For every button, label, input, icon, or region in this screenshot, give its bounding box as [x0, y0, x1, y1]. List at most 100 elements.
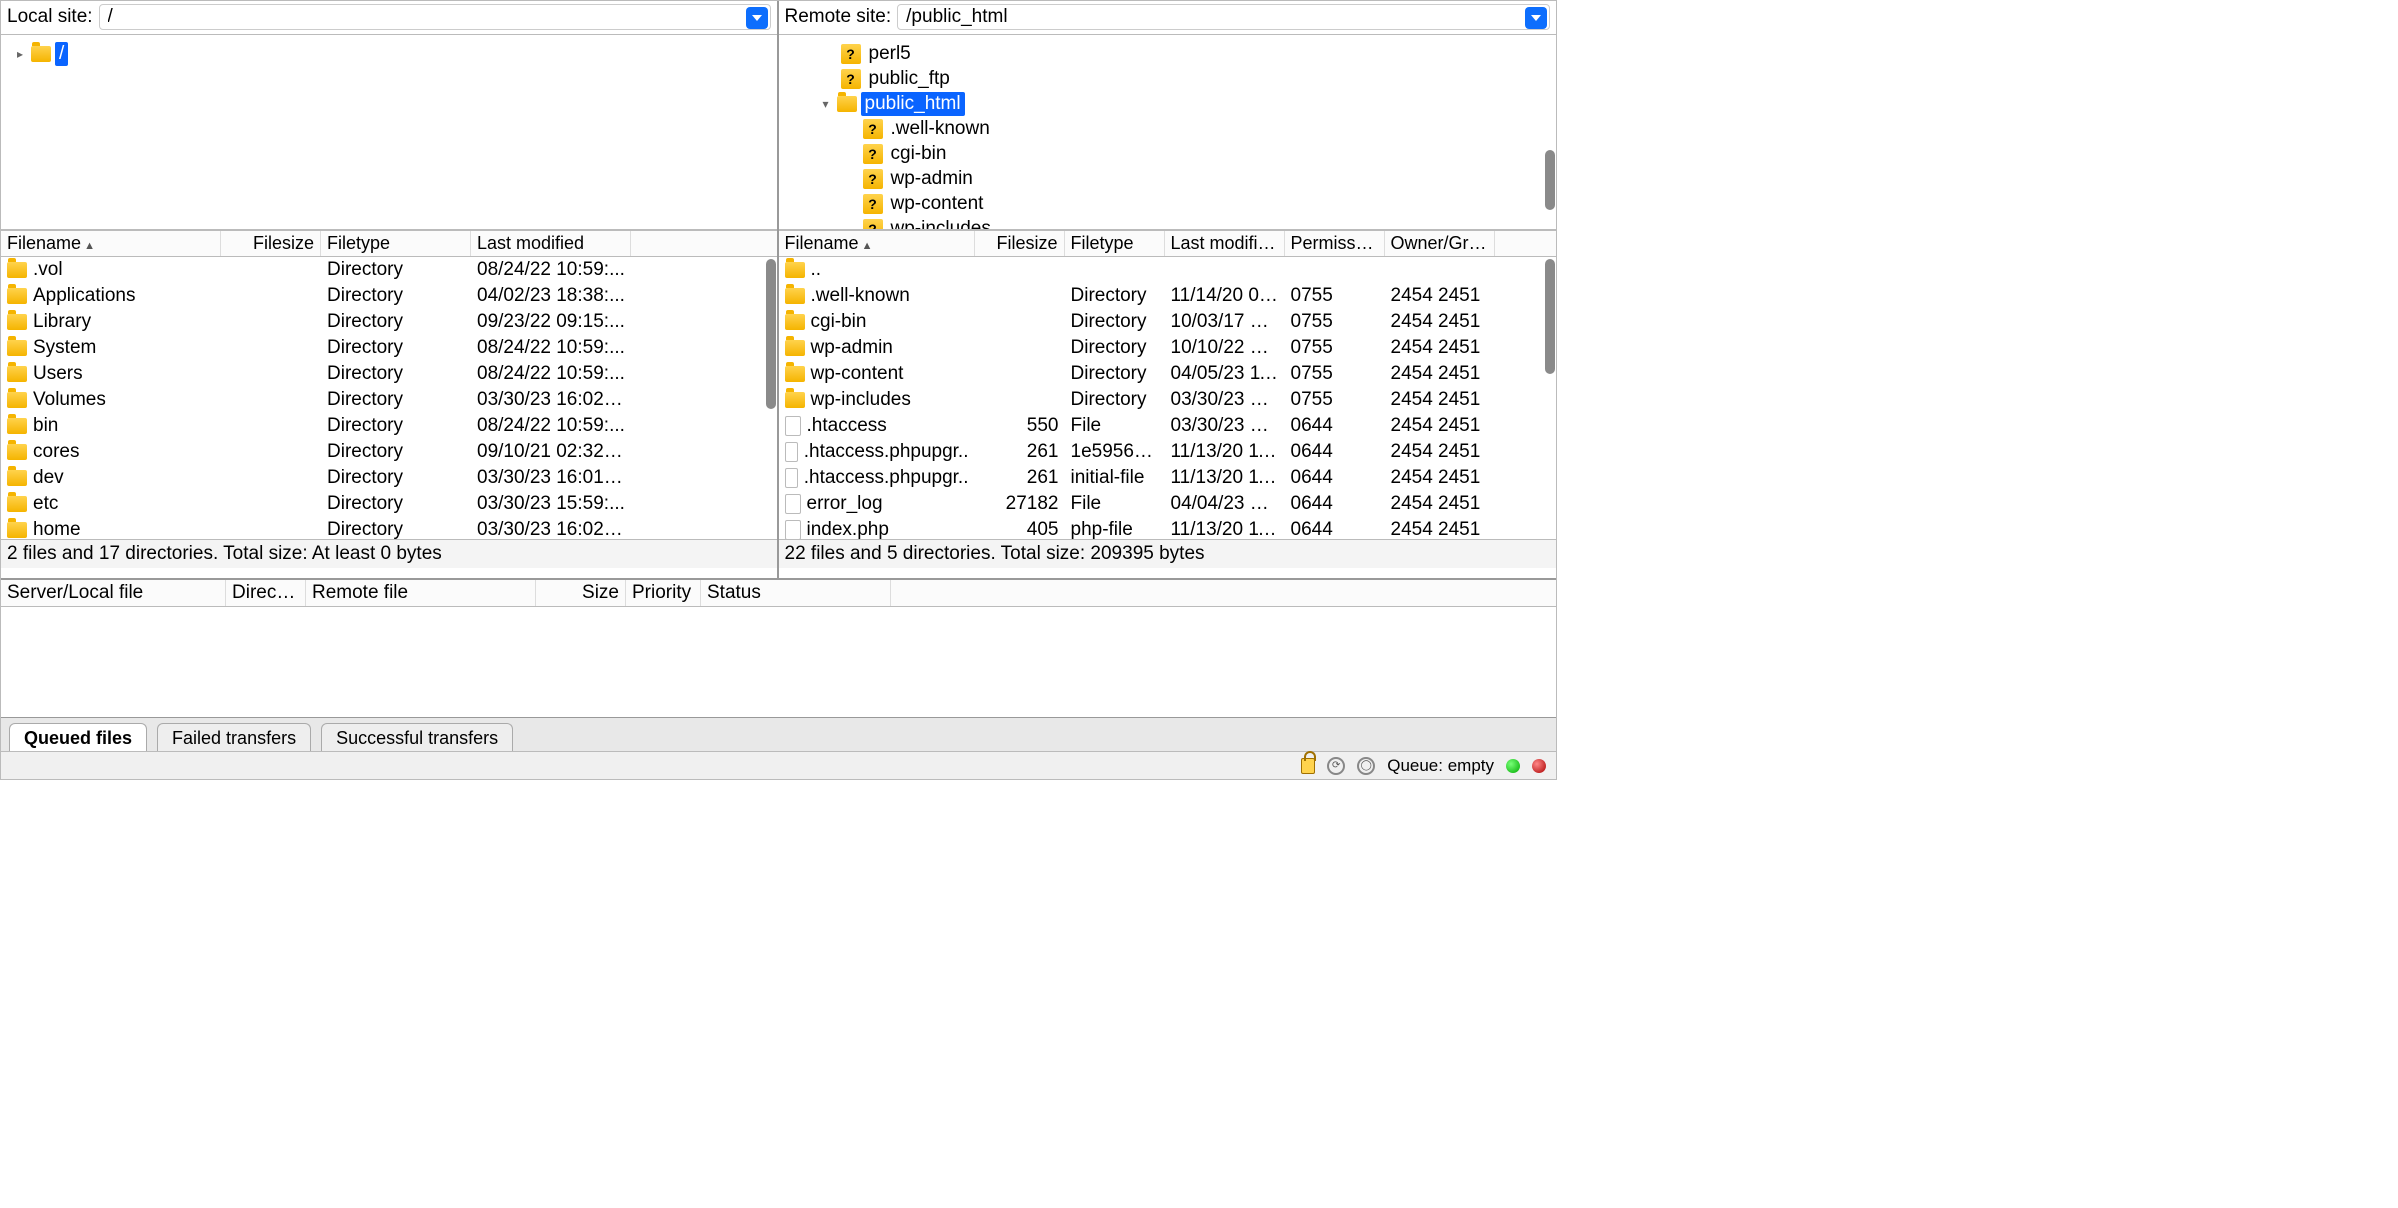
tree-item-label[interactable]: wp-admin — [887, 167, 977, 191]
table-row[interactable]: homeDirectory03/30/23 16:02:19 — [1, 517, 777, 539]
transfer-header[interactable]: Server/Local file Direction Remote file … — [1, 578, 1556, 607]
table-row[interactable]: .. — [779, 257, 1557, 283]
table-row[interactable]: SystemDirectory08/24/22 10:59:... — [1, 335, 777, 361]
local-tree[interactable]: ▸ / — [1, 35, 777, 230]
local-grid-body[interactable]: .volDirectory08/24/22 10:59:...Applicati… — [1, 257, 777, 539]
filetype: php-file — [1065, 518, 1165, 539]
local-tree-root[interactable]: ▸ / — [13, 41, 773, 66]
chevron-down-icon[interactable] — [746, 7, 768, 29]
chevron-down-icon[interactable] — [1525, 7, 1547, 29]
tree-item[interactable]: wp-admin — [791, 166, 1553, 191]
col-filetype[interactable]: Filetype — [1065, 231, 1165, 256]
tab-success[interactable]: Successful transfers — [321, 723, 513, 751]
tree-item[interactable]: public_ftp — [791, 66, 1553, 91]
remote-grid-body[interactable]: ...well-knownDirectory11/14/20 00:1...07… — [779, 257, 1557, 539]
filename: index.php — [807, 519, 889, 539]
table-row[interactable]: coresDirectory09/10/21 02:32:17 — [1, 439, 777, 465]
tree-item-label[interactable]: wp-content — [887, 192, 988, 216]
filesize — [221, 451, 321, 453]
local-tree-root-label[interactable]: / — [55, 42, 68, 66]
local-grid-header[interactable]: Filename Filesize Filetype Last modified — [1, 230, 777, 257]
table-row[interactable]: devDirectory03/30/23 16:01:58 — [1, 465, 777, 491]
col-server-local-file[interactable]: Server/Local file — [1, 580, 226, 606]
table-row[interactable]: wp-contentDirectory04/05/23 11:...075524… — [779, 361, 1557, 387]
lastmodified: 03/30/23 09:... — [1165, 414, 1285, 438]
limit-icon[interactable]: ◯ — [1357, 757, 1375, 775]
scrollbar-thumb[interactable] — [1545, 150, 1555, 210]
col-remote-file[interactable]: Remote file — [306, 580, 536, 606]
col-priority[interactable]: Priority — [626, 580, 701, 606]
tree-item[interactable]: cgi-bin — [791, 141, 1553, 166]
filename: Volumes — [33, 389, 106, 411]
lastmodified: 03/30/23 16:02:17 — [471, 388, 631, 412]
tab-queued[interactable]: Queued files — [9, 723, 147, 751]
filetype: Directory — [321, 466, 471, 490]
table-row[interactable]: LibraryDirectory09/23/22 09:15:... — [1, 309, 777, 335]
table-row[interactable]: .well-knownDirectory11/14/20 00:1...0755… — [779, 283, 1557, 309]
col-filesize[interactable]: Filesize — [221, 231, 321, 256]
table-row[interactable]: error_log27182File04/04/23 00:...0644245… — [779, 491, 1557, 517]
table-row[interactable]: binDirectory08/24/22 10:59:... — [1, 413, 777, 439]
col-filesize[interactable]: Filesize — [975, 231, 1065, 256]
remote-site-label: Remote site: — [785, 6, 892, 28]
remote-tree[interactable]: perl5public_ftp ▾ public_html.well-knowncg… — [779, 35, 1557, 230]
tab-failed[interactable]: Failed transfers — [157, 723, 311, 751]
tree-item-label[interactable]: cgi-bin — [887, 142, 951, 166]
transfer-body[interactable] — [1, 607, 1556, 717]
filetype: Directory — [321, 310, 471, 334]
col-lastmodified[interactable]: Last modified — [1165, 231, 1285, 256]
tree-item[interactable]: wp-includes — [791, 216, 1553, 230]
tree-item-label[interactable]: wp-includes — [887, 217, 995, 231]
scrollbar-thumb[interactable] — [1545, 259, 1555, 374]
col-filename[interactable]: Filename — [1, 231, 221, 256]
table-row[interactable]: ApplicationsDirectory04/02/23 18:38:... — [1, 283, 777, 309]
tree-item-label[interactable]: perl5 — [865, 42, 915, 66]
table-row[interactable]: wp-adminDirectory10/10/22 12:5...0755245… — [779, 335, 1557, 361]
table-row[interactable]: wp-includesDirectory03/30/23 01:...07552… — [779, 387, 1557, 413]
table-row[interactable]: .volDirectory08/24/22 10:59:... — [1, 257, 777, 283]
tree-item-label[interactable]: .well-known — [887, 117, 994, 141]
col-filetype[interactable]: Filetype — [321, 231, 471, 256]
chevron-right-icon[interactable]: ▸ — [13, 47, 27, 61]
table-row[interactable]: cgi-binDirectory10/03/17 08:...07552454 … — [779, 309, 1557, 335]
table-row[interactable]: UsersDirectory08/24/22 10:59:... — [1, 361, 777, 387]
tree-item[interactable]: ▾ public_html — [791, 91, 1553, 116]
table-row[interactable]: etcDirectory03/30/23 15:59:... — [1, 491, 777, 517]
col-lastmodified[interactable]: Last modified — [471, 231, 631, 256]
lastmodified: 09/10/21 02:32:17 — [471, 440, 631, 464]
local-path-combo[interactable] — [99, 4, 771, 30]
table-row[interactable]: index.php405php-file11/13/20 11:3...0644… — [779, 517, 1557, 539]
local-path-input[interactable] — [106, 5, 742, 29]
filetype — [1065, 269, 1165, 271]
refresh-icon[interactable]: ⟳ — [1327, 757, 1345, 775]
col-filename[interactable]: Filename — [779, 231, 975, 256]
table-row[interactable]: .htaccess550File03/30/23 09:...06442454 … — [779, 413, 1557, 439]
col-status[interactable]: Status — [701, 580, 891, 606]
filename: wp-includes — [811, 389, 911, 411]
filesize — [221, 477, 321, 479]
scrollbar-thumb[interactable] — [766, 259, 776, 409]
table-row[interactable]: .htaccess.phpupgr..261initial-file11/13/… — [779, 465, 1557, 491]
tree-item-label[interactable]: public_html — [861, 92, 965, 116]
remote-path-input[interactable] — [904, 5, 1521, 29]
lastmodified: 11/13/20 11:3... — [1165, 440, 1285, 464]
remote-grid-header[interactable]: Filename Filesize Filetype Last modified… — [779, 230, 1557, 257]
folder-unknown-icon — [841, 69, 861, 89]
folder-icon — [785, 314, 805, 330]
remote-path-combo[interactable] — [897, 4, 1550, 30]
tree-item[interactable]: perl5 — [791, 41, 1553, 66]
col-ownergroup[interactable]: Owner/Group — [1385, 231, 1495, 256]
table-row[interactable]: .htaccess.phpupgr..2611e5956a3...11/13/2… — [779, 439, 1557, 465]
chevron-down-icon[interactable]: ▾ — [819, 97, 833, 111]
lock-icon[interactable] — [1301, 758, 1315, 774]
lastmodified: 08/24/22 10:59:... — [471, 336, 631, 360]
local-path-bar: Local site: — [1, 1, 777, 35]
table-row[interactable]: VolumesDirectory03/30/23 16:02:17 — [1, 387, 777, 413]
tree-item[interactable]: .well-known — [791, 116, 1553, 141]
col-permissions[interactable]: Permissions — [1285, 231, 1385, 256]
tree-item[interactable]: wp-content — [791, 191, 1553, 216]
folder-icon — [7, 314, 27, 330]
col-direction[interactable]: Direction — [226, 580, 306, 606]
tree-item-label[interactable]: public_ftp — [865, 67, 954, 91]
col-size[interactable]: Size — [536, 580, 626, 606]
